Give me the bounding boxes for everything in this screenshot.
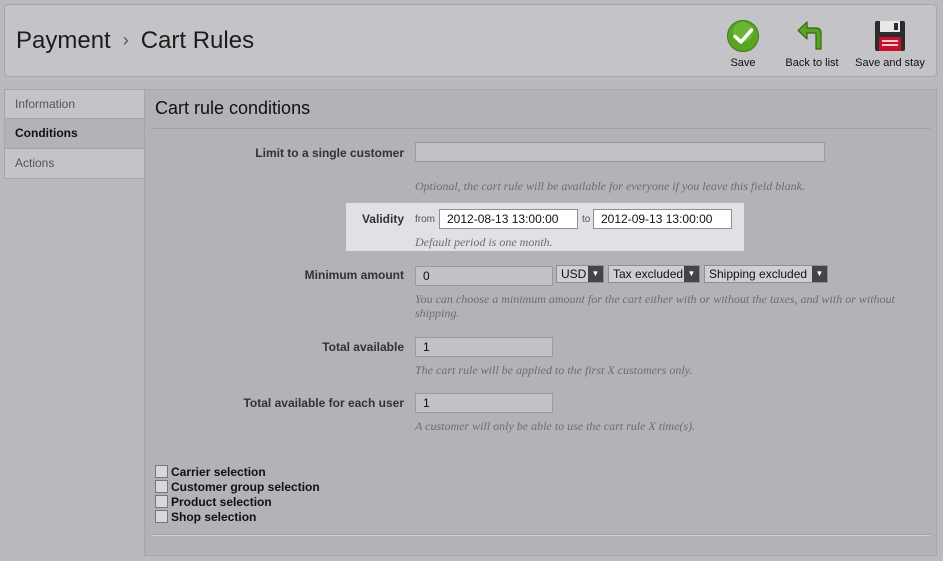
validity-label: Validity [361, 212, 404, 226]
shop-selection-option[interactable]: Shop selection [155, 510, 256, 525]
currency-select-value: USD [561, 267, 587, 281]
validity-from-input[interactable] [439, 209, 578, 229]
product-selection-option[interactable]: Product selection [155, 495, 272, 510]
back-to-list-button[interactable]: Back to list [783, 19, 841, 69]
save-and-stay-label: Save and stay [855, 57, 925, 69]
shop-selection-label[interactable]: Shop selection [171, 510, 256, 524]
title-divider [151, 128, 930, 129]
chevron-down-icon: ▼ [588, 266, 603, 282]
carrier-selection-option[interactable]: Carrier selection [155, 465, 266, 480]
breadcrumb-parent[interactable]: Payment [16, 27, 111, 54]
tax-select-value: Tax excluded [613, 267, 684, 281]
minimum-amount-hint: You can choose a minimum amount for the … [415, 292, 895, 320]
minimum-amount-label: Minimum amount [304, 268, 404, 282]
total-available-label: Total available [322, 340, 404, 354]
validity-hint: Default period is one month. [415, 235, 553, 249]
limit-customer-label: Limit to a single customer [255, 146, 404, 160]
breadcrumb: Payment › Cart Rules [16, 27, 254, 55]
shop-selection-checkbox[interactable] [155, 510, 168, 523]
page-header: Payment › Cart Rules Save Back to list Sav… [4, 4, 937, 77]
carrier-selection-label[interactable]: Carrier selection [171, 465, 266, 479]
panel-title: Cart rule conditions [155, 98, 311, 118]
back-to-list-label: Back to list [785, 57, 839, 69]
currency-select[interactable]: USD ▼ [556, 265, 604, 283]
save-and-stay-button[interactable]: Save and stay [853, 19, 927, 69]
chevron-down-icon: ▼ [812, 266, 827, 282]
back-arrow-icon [797, 21, 822, 50]
shipping-select[interactable]: Shipping excluded ▼ [704, 265, 828, 283]
total-each-user-hint: A customer will only be able to use the … [415, 419, 696, 433]
total-each-user-label: Total available for each user [243, 396, 404, 410]
limit-customer-hint: Optional, the cart rule will be availabl… [415, 179, 805, 193]
floppy-disk-icon [875, 21, 905, 51]
chevron-down-icon: ▼ [684, 266, 699, 282]
carrier-selection-checkbox[interactable] [155, 465, 168, 478]
tab-information[interactable]: Information [4, 89, 145, 119]
tax-select[interactable]: Tax excluded ▼ [608, 265, 700, 283]
minimum-amount-input[interactable] [415, 266, 553, 286]
tab-conditions[interactable]: Conditions [4, 119, 145, 149]
total-available-hint: The cart rule will be applied to the fir… [415, 363, 693, 377]
total-available-input[interactable] [415, 337, 553, 357]
total-each-user-input[interactable] [415, 393, 553, 413]
page-title: Cart Rules [140, 27, 255, 54]
tab-actions[interactable]: Actions [4, 149, 145, 179]
customer-group-selection-label[interactable]: Customer group selection [171, 480, 320, 494]
validity-from-label: from [415, 214, 435, 225]
product-selection-checkbox[interactable] [155, 495, 168, 508]
validity-to-label: to [582, 214, 591, 225]
validity-to-input[interactable] [593, 209, 732, 229]
customer-group-selection-checkbox[interactable] [155, 480, 168, 493]
conditions-panel: Cart rule conditions Limit to a single c… [144, 89, 937, 556]
breadcrumb-separator: › [122, 30, 129, 50]
shipping-select-value: Shipping excluded [709, 267, 808, 281]
bottom-divider [151, 534, 930, 536]
save-button[interactable]: Save [721, 19, 765, 69]
product-selection-label[interactable]: Product selection [171, 495, 272, 509]
customer-group-selection-option[interactable]: Customer group selection [155, 480, 320, 495]
limit-customer-input[interactable] [415, 142, 825, 162]
sidebar-tabs: Information Conditions Actions [4, 89, 145, 179]
check-circle-icon [727, 20, 759, 52]
save-button-label: Save [730, 57, 756, 69]
